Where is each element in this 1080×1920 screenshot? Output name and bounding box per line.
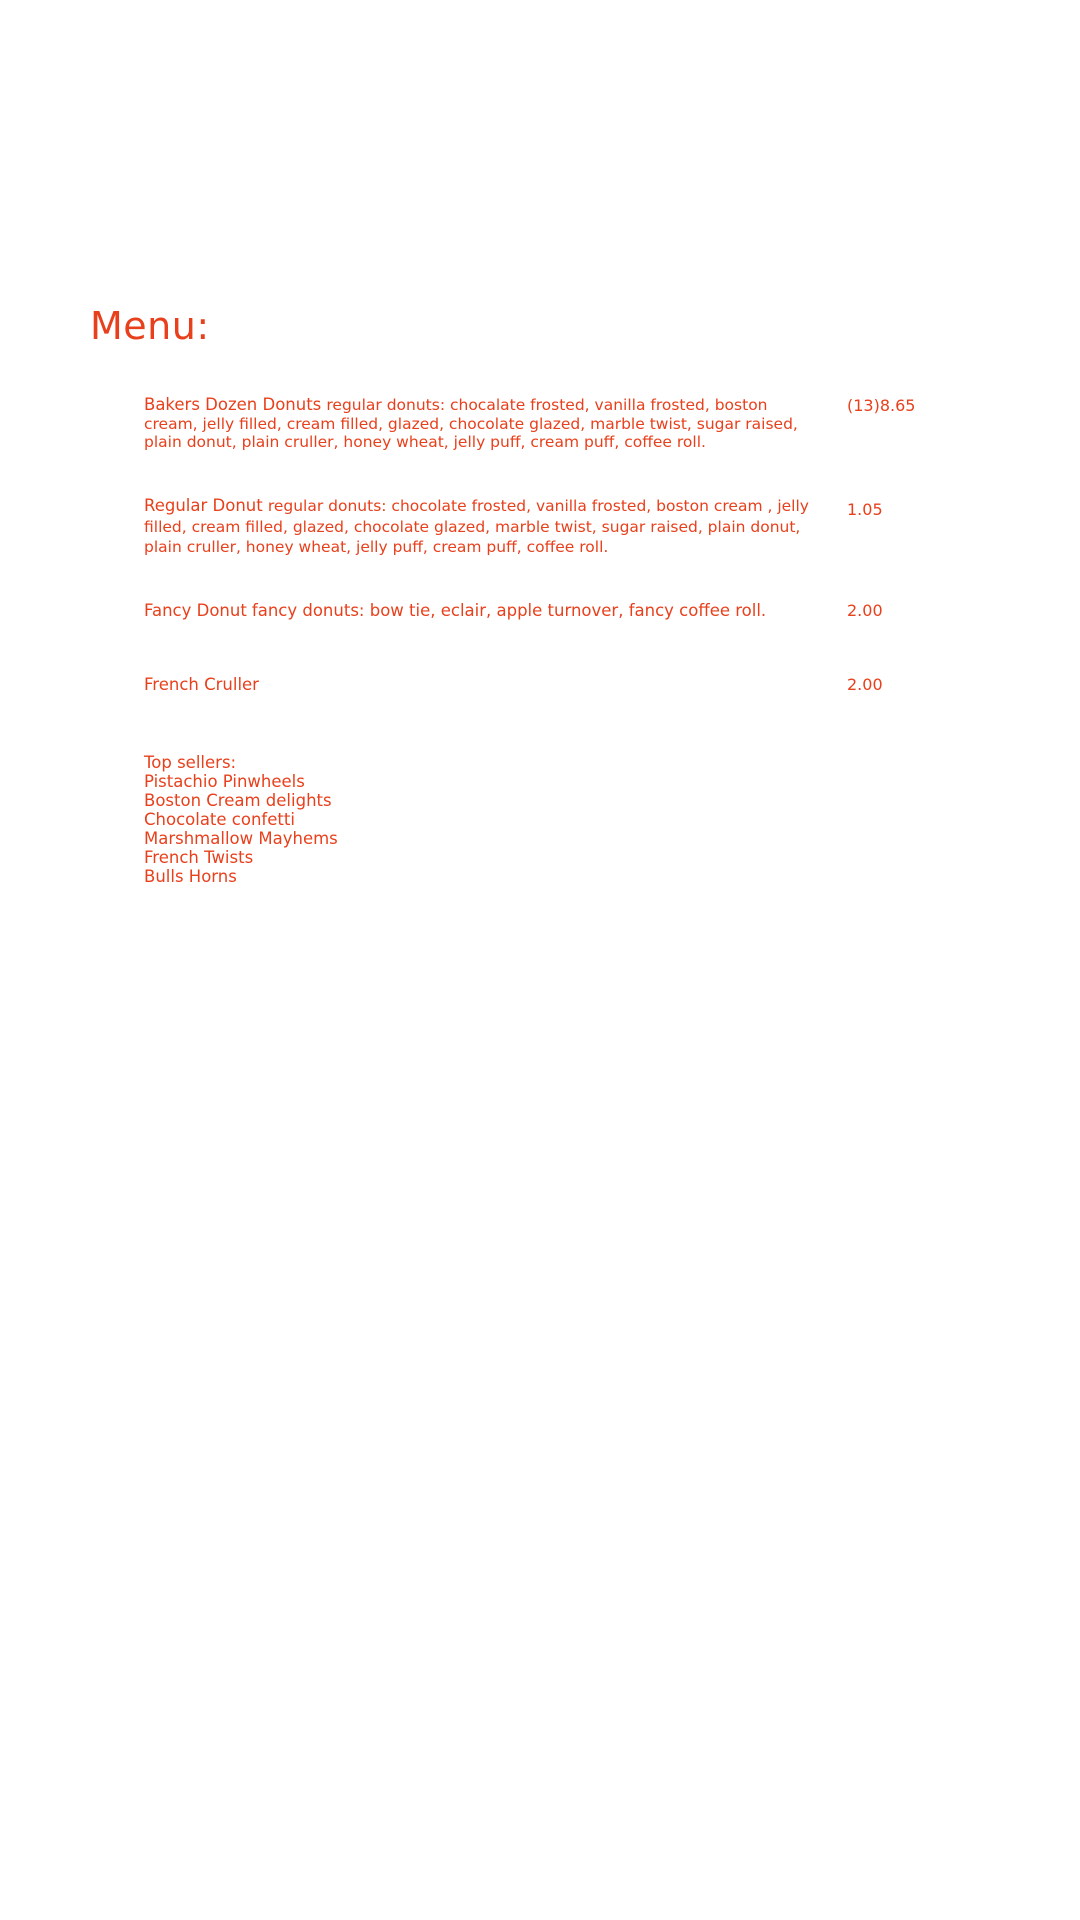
item-name: Fancy Donut (144, 601, 247, 620)
list-item: Bulls Horns (144, 867, 237, 886)
item-price: 2.00 (847, 601, 883, 620)
list-item: Chocolate confetti (144, 810, 295, 829)
menu-item-fancy-donut: Fancy Donut fancy donuts: bow tie, eclai… (144, 601, 844, 620)
list-item: Marshmallow Mayhems (144, 829, 338, 848)
menu-item-bakers-dozen: Bakers Dozen Donuts regular donuts: choc… (144, 395, 824, 452)
top-sellers-section: Top sellers: Pistachio Pinwheels Boston … (144, 753, 338, 886)
item-name: French Cruller (144, 675, 259, 694)
top-sellers-heading: Top sellers: (144, 753, 237, 772)
menu-item-regular-donut: Regular Donut regular donuts: chocolate … (144, 496, 824, 558)
top-sellers-list: Pistachio Pinwheels Boston Cream delight… (144, 772, 338, 886)
menu-title: Menu: (90, 304, 210, 348)
item-name: Regular Donut (144, 496, 263, 515)
item-name: Bakers Dozen Donuts (144, 395, 322, 414)
item-price: 1.05 (847, 500, 883, 519)
list-item: Boston Cream delights (144, 791, 332, 810)
item-price: 2.00 (847, 675, 883, 694)
menu-item-french-cruller: French Cruller (144, 675, 824, 694)
list-item: Pistachio Pinwheels (144, 772, 305, 791)
item-price: (13)8.65 (847, 396, 916, 415)
item-description: fancy donuts: bow tie, eclair, apple tur… (251, 601, 767, 620)
list-item: French Twists (144, 848, 254, 867)
